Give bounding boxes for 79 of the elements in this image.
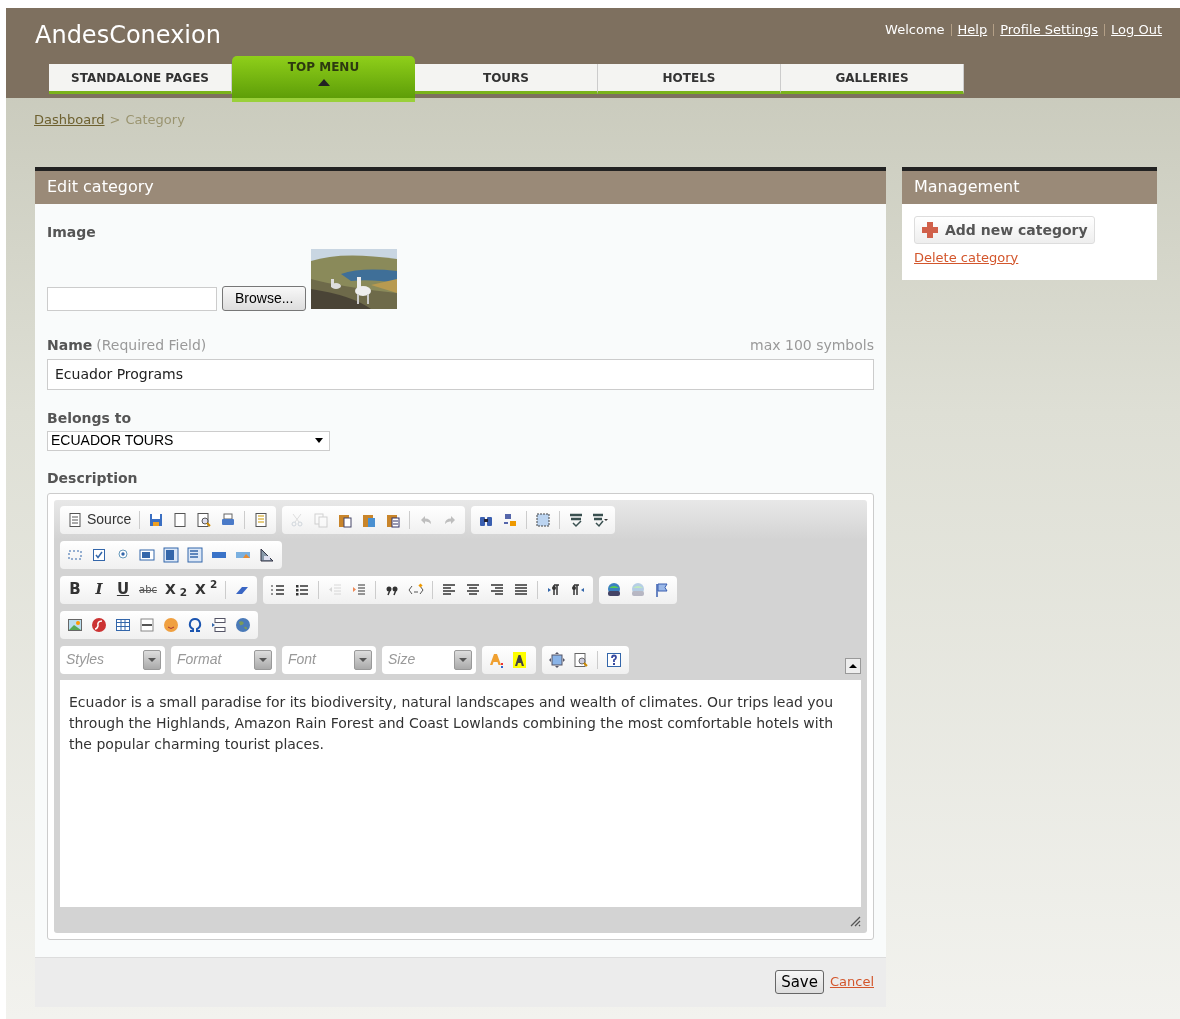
text-field-icon	[139, 546, 155, 563]
character-limit: max 100 symbols	[750, 335, 874, 355]
file-input-field[interactable]	[47, 286, 217, 311]
plus-icon	[921, 220, 939, 239]
nav-tab[interactable]: HOTELS	[598, 64, 781, 94]
nav-tab[interactable]: STANDALONE PAGES	[49, 64, 232, 94]
globe-icon	[235, 616, 251, 633]
panel-title: Edit category	[35, 170, 886, 204]
spellcheck-icon	[592, 511, 609, 528]
cancel-link[interactable]: Cancel	[829, 972, 874, 992]
editor-content[interactable]	[60, 679, 861, 907]
page-magnifier-icon	[196, 511, 213, 528]
paragraph-icon	[570, 581, 587, 598]
add-category-button[interactable]: Add new category	[914, 215, 1095, 244]
toolbar-button[interactable]: X$_{2}$	[162, 578, 191, 601]
resize-grip-icon	[849, 914, 861, 927]
scissors-icon	[289, 511, 306, 528]
text-area-icon	[163, 546, 179, 563]
page-break-icon	[211, 616, 227, 633]
text-color-icon	[489, 651, 505, 668]
table-icon	[115, 616, 131, 633]
omega-icon	[187, 616, 203, 633]
breadcrumb-link[interactable]: Dashboard	[34, 110, 105, 130]
list-box-icon	[187, 546, 203, 563]
highlight-color-icon	[513, 651, 529, 668]
outdent-icon	[327, 581, 344, 598]
help-icon	[606, 651, 622, 668]
toolbar-button[interactable]: X$^{2}$	[192, 578, 221, 601]
globe-link-icon	[606, 581, 623, 598]
nav-tab[interactable]: TOP MENU	[232, 56, 415, 102]
field-label: Image	[47, 222, 97, 242]
checkbox-icon	[91, 546, 107, 563]
replace-icon	[502, 511, 519, 528]
breadcrumb-current: Category	[125, 111, 185, 129]
header-link[interactable]: Help	[957, 20, 988, 40]
document-icon	[67, 511, 83, 528]
toolbar-button[interactable]: I	[88, 578, 110, 601]
document-icon	[253, 511, 270, 528]
select-all-icon	[535, 511, 552, 528]
globe-link-icon	[630, 581, 647, 598]
field-label: Name	[47, 335, 93, 355]
collapse-toolbar-button[interactable]	[845, 657, 861, 674]
field-label: Belongs to	[47, 408, 133, 428]
toolbar-button[interactable]: U	[112, 578, 134, 601]
print-icon	[220, 511, 237, 528]
breadcrumb-separator: >	[109, 111, 121, 129]
spellcheck-icon	[568, 511, 585, 528]
image-icon	[67, 616, 83, 633]
align-center-icon	[465, 581, 482, 598]
maximize-icon	[549, 651, 565, 668]
category-dropdown[interactable]: ECUADOR TOURS	[47, 430, 330, 451]
align-left-icon	[441, 581, 458, 598]
page-magnifier-icon	[573, 651, 589, 668]
save-button[interactable]: Save	[775, 970, 824, 994]
copy-icon	[313, 511, 330, 528]
header-link[interactable]: Profile Settings	[1000, 20, 1099, 40]
site-title: AndesConexion	[35, 20, 221, 51]
welcome-text: Welcome	[885, 21, 945, 39]
panel-title: Management	[902, 170, 1157, 204]
align-right-icon	[489, 581, 506, 598]
field-hint: (Required Field)	[96, 335, 207, 355]
nav-tab[interactable]: GALLERIES	[781, 64, 964, 94]
toolbar-button[interactable]: B	[64, 578, 86, 601]
flag-icon	[654, 581, 671, 598]
blank-page-icon	[172, 511, 189, 528]
browse-button[interactable]: Browse...	[222, 285, 307, 311]
name-input-field[interactable]: Ecuador Programs	[47, 358, 874, 390]
delete-category-link[interactable]: Delete category	[914, 247, 1019, 268]
header-link[interactable]: Log Out	[1111, 20, 1162, 40]
field-label: Description	[47, 468, 139, 488]
smiley-icon	[163, 616, 179, 633]
indent-icon	[351, 581, 368, 598]
nav-tab[interactable]: TOURS	[415, 64, 598, 94]
active-pointer-icon	[317, 79, 330, 86]
justify-icon	[513, 581, 530, 598]
toolbar-button[interactable]: abc	[136, 578, 160, 601]
description-text: Ecuador is a small paradise for its biodiversity, natural landscapes and wealth of climates. Our trips lead you through the Highlands, Amazon Rain Forest and Coast Lowlands combining the most comfortable hotels with the popular charming tourist places.	[69, 692, 835, 754]
triangle-icon	[259, 546, 275, 563]
flash-icon	[91, 616, 107, 633]
